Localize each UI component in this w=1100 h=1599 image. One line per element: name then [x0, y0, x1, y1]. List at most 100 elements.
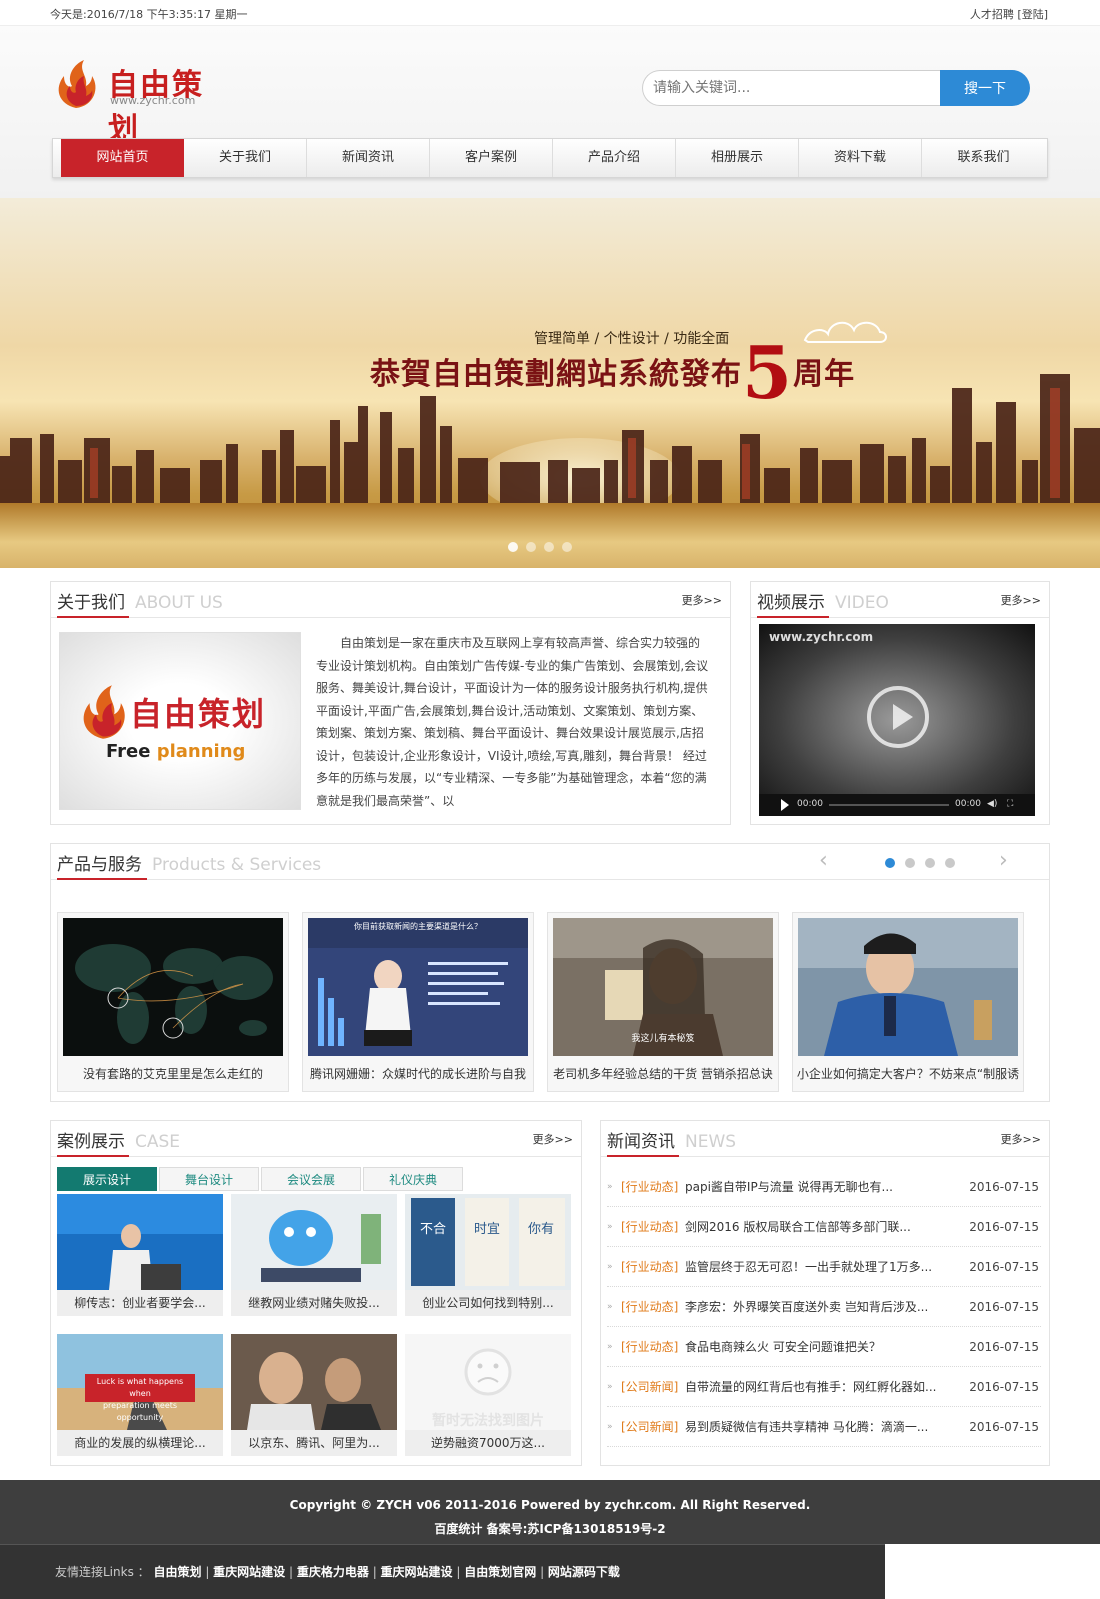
login-link[interactable]: [登陆]: [1017, 8, 1048, 21]
video-title-cn: 视频展示: [757, 593, 825, 613]
video-progress-bar[interactable]: [829, 804, 949, 806]
about-title-cn: 关于我们: [57, 593, 125, 613]
case-caption: 逆势融资7000万这...: [405, 1430, 571, 1456]
fullscreen-icon[interactable]: ⛶: [1007, 799, 1013, 809]
friend-link[interactable]: 重庆网站建设: [213, 1565, 285, 1579]
news-title-link[interactable]: 李彦宏：外界曝笑百度送外卖 岂知背后涉及...: [685, 1287, 945, 1327]
case-banner-text-1: 不合: [419, 1222, 446, 1237]
case-card[interactable]: 柳传志：创业者要学会...: [57, 1194, 223, 1316]
play-icon[interactable]: [867, 686, 929, 748]
cases-more-link[interactable]: 更多>>: [533, 1131, 573, 1147]
bullet-icon: »: [607, 1302, 613, 1312]
news-row[interactable]: » [行业动态] papi酱自带IP与流量 说得再无聊也有... 2016-07…: [607, 1167, 1041, 1207]
news-row[interactable]: » [行业动态] 监管层终于忍无可忍！一出手就处理了1万多... 2016-07…: [607, 1247, 1041, 1287]
search-button[interactable]: 搜一下: [940, 70, 1030, 106]
banner-dot[interactable]: [526, 542, 536, 552]
play-small-icon[interactable]: [781, 799, 789, 811]
news-tag[interactable]: [行业动态]: [621, 1247, 678, 1287]
case-banner-text-2: 时宜: [473, 1222, 500, 1237]
nav-item-downloads[interactable]: 资料下载: [799, 139, 922, 177]
news-title-link[interactable]: 易到质疑微信有违共享精神 马化腾：滴滴一...: [685, 1407, 945, 1447]
banner-dot[interactable]: [508, 542, 518, 552]
carousel-dot[interactable]: [925, 858, 935, 868]
recruit-link[interactable]: 人才招聘: [970, 8, 1014, 21]
about-image-brand: 自由策划: [130, 695, 267, 733]
search-bar: 搜一下: [642, 70, 1030, 106]
friend-link[interactable]: 重庆格力电器: [297, 1565, 369, 1579]
nav-item-album[interactable]: 相册展示: [676, 139, 799, 177]
news-row[interactable]: » [公司新闻] 自带流量的网红背后也有推手：网红孵化器如... 2016-07…: [607, 1367, 1041, 1407]
video-title: 视频展示 VIDEO: [757, 588, 889, 613]
product-card[interactable]: 没有套路的艾克里里是怎么走红的: [57, 912, 289, 1092]
product-caption: 腾讯网姗姗：众媒时代的成长进阶与自我: [309, 1067, 526, 1081]
friend-link[interactable]: 自由策划官网: [464, 1565, 536, 1579]
about-image: 自由策划 Free planning: [59, 632, 301, 810]
site-logo[interactable]: 自由策划 www.zychr.com: [50, 56, 210, 147]
chevron-left-icon[interactable]: ‹: [819, 848, 828, 873]
news-tag[interactable]: [行业动态]: [621, 1327, 678, 1367]
news-title-link[interactable]: papi酱自带IP与流量 说得再无聊也有...: [685, 1167, 945, 1207]
carousel-dot[interactable]: [885, 858, 895, 868]
news-row[interactable]: » [行业动态] 食品电商辣么火 可安全问题谁把关？ 2016-07-15: [607, 1327, 1041, 1367]
carousel-dot[interactable]: [905, 858, 915, 868]
case-card[interactable]: 不合 时宜 你有 创业公司如何找到特别...: [405, 1194, 571, 1316]
news-title-link[interactable]: 食品电商辣么火 可安全问题谁把关？: [685, 1327, 945, 1367]
news-tag[interactable]: [行业动态]: [621, 1167, 678, 1207]
product-card[interactable]: 我这儿有本秘笈 老司机多年经验总结的干货 营销杀招总诀: [547, 912, 779, 1092]
video-more-link[interactable]: 更多>>: [1001, 592, 1041, 608]
news-row[interactable]: » [公司新闻] 易到质疑微信有违共享精神 马化腾：滴滴一... 2016-07…: [607, 1407, 1041, 1447]
product-card[interactable]: 小企业如何搞定大客户？不妨来点“制服诱: [792, 912, 1024, 1092]
video-player[interactable]: www.zychr.com 00:00 00:00 ◀) ⛶: [759, 624, 1035, 816]
case-card[interactable]: 以京东、腾讯、阿里为...: [231, 1334, 397, 1456]
nav-item-products[interactable]: 产品介绍: [553, 139, 676, 177]
case-caption: 继教网业绩对赌失败投...: [231, 1290, 397, 1316]
news-title-link[interactable]: 监管层终于忍无可忍！一出手就处理了1万多...: [685, 1247, 945, 1287]
about-title: 关于我们 ABOUT US: [57, 588, 223, 613]
nav-item-news[interactable]: 新闻资讯: [307, 139, 430, 177]
news-tag[interactable]: [行业动态]: [621, 1287, 678, 1327]
friend-links-bar: 友情连接Links ： 自由策划 | 重庆网站建设 | 重庆格力电器 | 重庆网…: [0, 1544, 885, 1599]
product-card[interactable]: 你目前获取新闻的主要渠道是什么？ 腾讯网姗姗：众媒时代的成长进阶与自我: [302, 912, 534, 1092]
banner-dot[interactable]: [544, 542, 554, 552]
volume-icon[interactable]: ◀): [987, 799, 997, 809]
banner-slogan-prefix: 恭賀自由策劃網站系統發布: [370, 357, 742, 392]
news-panel: 新闻资讯 NEWS 更多>> » [行业动态] papi酱自带IP与流量 说得再无…: [600, 1120, 1050, 1466]
product-image-officer: [798, 918, 1018, 1056]
chevron-right-icon[interactable]: ›: [999, 848, 1008, 873]
case-card[interactable]: Luck is what happens when preparation me…: [57, 1334, 223, 1456]
news-tag[interactable]: [公司新闻]: [621, 1367, 678, 1407]
news-tag[interactable]: [公司新闻]: [621, 1407, 678, 1447]
friend-link[interactable]: 网站源码下载: [548, 1565, 620, 1579]
nav-item-home[interactable]: 网站首页: [61, 139, 184, 177]
tab-exhibition-design[interactable]: 展示设计: [57, 1167, 157, 1191]
nav-item-cases[interactable]: 客户案例: [430, 139, 553, 177]
tab-ceremony[interactable]: 礼仪庆典: [363, 1167, 463, 1191]
nav-item-contact[interactable]: 联系我们: [922, 139, 1045, 177]
news-title-link[interactable]: 剑网2016 版权局联合工信部等多部门联...: [685, 1207, 945, 1247]
case-card[interactable]: 暂时无法找到图片 逆势融资7000万这...: [405, 1334, 571, 1456]
friend-link[interactable]: 自由策划: [153, 1565, 201, 1579]
tab-stage-design[interactable]: 舞台设计: [159, 1167, 259, 1191]
product-image-world-map: [63, 918, 283, 1056]
friend-link[interactable]: 重庆网站建设: [381, 1565, 453, 1579]
about-more-link[interactable]: 更多>>: [682, 592, 722, 608]
tab-conference[interactable]: 会议会展: [261, 1167, 361, 1191]
hero-banner[interactable]: 管理简单 / 个性设计 / 功能全面 恭賀自由策劃網站系統發布5周年: [0, 198, 1100, 568]
news-row[interactable]: » [行业动态] 剑网2016 版权局联合工信部等多部门联... 2016-07…: [607, 1207, 1041, 1247]
news-title-en: NEWS: [685, 1132, 737, 1152]
footer-blank-area: [885, 1544, 1100, 1599]
case-caption: 以京东、腾讯、阿里为...: [231, 1430, 397, 1456]
nav-item-about[interactable]: 关于我们: [184, 139, 307, 177]
news-title-link[interactable]: 自带流量的网红背后也有推手：网红孵化器如...: [685, 1367, 945, 1407]
banner-dot[interactable]: [562, 542, 572, 552]
carousel-dot[interactable]: [945, 858, 955, 868]
icp-text[interactable]: 百度统计 备案号:苏ICP备13018519号-2: [0, 1520, 1100, 1537]
news-row[interactable]: » [行业动态] 李彦宏：外界曝笑百度送外卖 岂知背后涉及... 2016-07…: [607, 1287, 1041, 1327]
case-sign-line-1: Luck is what happens when: [96, 1377, 184, 1398]
search-input[interactable]: [642, 70, 942, 106]
case-card[interactable]: 继教网业绩对赌失败投...: [231, 1194, 397, 1316]
news-date: 2016-07-15: [969, 1180, 1039, 1194]
news-more-link[interactable]: 更多>>: [1001, 1131, 1041, 1147]
news-tag[interactable]: [行业动态]: [621, 1207, 678, 1247]
case-image-speaker: [57, 1194, 223, 1290]
